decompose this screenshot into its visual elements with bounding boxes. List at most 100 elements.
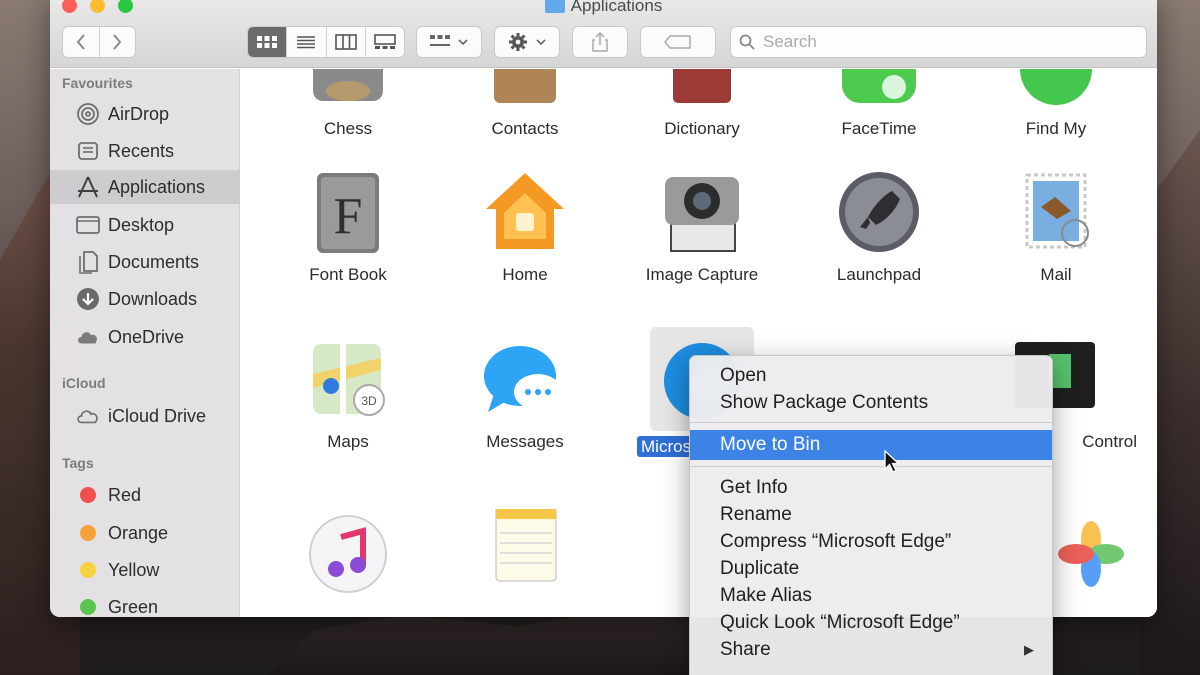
orange-tag-dot bbox=[80, 525, 96, 541]
app-maps[interactable]: 3D Maps bbox=[263, 334, 433, 452]
sidebar-tag-orange[interactable]: Orange bbox=[50, 516, 240, 550]
applications-folder-icon bbox=[544, 0, 565, 13]
desktop-icon bbox=[76, 213, 100, 237]
yellow-tag-dot bbox=[80, 562, 96, 578]
chess-icon bbox=[303, 69, 393, 111]
photos-flower-icon bbox=[1046, 509, 1136, 599]
app-facetime[interactable]: FaceTime bbox=[794, 69, 964, 139]
navigation-buttons bbox=[62, 26, 136, 58]
app-image-capture[interactable]: Image Capture bbox=[617, 167, 787, 285]
green-tag-dot bbox=[80, 599, 96, 615]
red-tag-dot bbox=[80, 487, 96, 503]
documents-icon bbox=[76, 250, 100, 274]
column-view-icon bbox=[334, 34, 357, 50]
share-icon bbox=[592, 32, 608, 52]
speech-bubble-icon bbox=[480, 334, 570, 424]
applications-icon bbox=[76, 175, 100, 199]
menu-item-make-alias[interactable]: Make Alias bbox=[690, 582, 1052, 609]
airdrop-icon bbox=[76, 102, 100, 126]
app-launchpad[interactable]: Launchpad bbox=[794, 167, 964, 285]
sidebar-tag-green[interactable]: Green bbox=[50, 590, 240, 617]
menu-item-duplicate[interactable]: Duplicate bbox=[690, 555, 1052, 582]
submenu-arrow-icon: ▶ bbox=[1024, 641, 1034, 657]
find-my-icon bbox=[1011, 69, 1101, 111]
sidebar-section-icloud: iCloud bbox=[62, 375, 106, 391]
sidebar-item-icloud-drive[interactable]: iCloud Drive bbox=[50, 399, 240, 433]
chevron-down-icon bbox=[458, 39, 468, 46]
app-music[interactable] bbox=[263, 509, 433, 599]
sidebar-item-recents[interactable]: Recents bbox=[50, 134, 240, 168]
search-input[interactable] bbox=[763, 32, 1123, 52]
app-notes[interactable] bbox=[440, 504, 610, 599]
rocket-icon bbox=[834, 167, 924, 257]
context-menu: Open Show Package Contents Move to Bin G… bbox=[689, 355, 1053, 675]
list-view-icon bbox=[297, 36, 316, 49]
share-button[interactable] bbox=[572, 26, 628, 58]
menu-item-share[interactable]: Share ▶ bbox=[690, 636, 1052, 663]
downloads-icon bbox=[76, 287, 100, 311]
menu-separator bbox=[690, 422, 1052, 423]
sidebar-item-downloads[interactable]: Downloads bbox=[50, 282, 240, 316]
app-messages[interactable]: Messages bbox=[440, 334, 610, 452]
app-find-my[interactable]: Find My bbox=[971, 69, 1141, 139]
menu-item-move-to-bin[interactable]: Move to Bin bbox=[690, 430, 1052, 460]
edit-tags-button[interactable] bbox=[640, 26, 716, 58]
tag-icon bbox=[664, 35, 691, 49]
notepad-icon bbox=[480, 504, 570, 599]
list-view-button[interactable] bbox=[286, 27, 325, 57]
sidebar-item-desktop[interactable]: Desktop bbox=[50, 208, 240, 242]
app-mail[interactable]: Mail bbox=[971, 167, 1141, 285]
menu-item-rename[interactable]: Rename bbox=[690, 501, 1052, 528]
svg-text:3D: 3D bbox=[361, 394, 377, 408]
app-home[interactable]: Home bbox=[440, 167, 610, 285]
title-bar: Applications bbox=[50, 0, 1157, 68]
view-mode-segmented-control bbox=[247, 26, 405, 58]
menu-item-show-package-contents[interactable]: Show Package Contents bbox=[690, 389, 1052, 416]
chevron-left-icon bbox=[76, 34, 85, 50]
icon-view-icon bbox=[257, 36, 278, 48]
menu-item-get-info[interactable]: Get Info bbox=[690, 474, 1052, 501]
cloud-icon bbox=[76, 404, 100, 428]
mouse-pointer-icon bbox=[884, 450, 900, 473]
column-view-button[interactable] bbox=[325, 27, 365, 57]
sidebar-section-favourites: Favourites bbox=[62, 75, 133, 91]
sidebar-item-airdrop[interactable]: AirDrop bbox=[50, 97, 240, 131]
search-field[interactable] bbox=[730, 26, 1147, 58]
sidebar-item-documents[interactable]: Documents bbox=[50, 245, 240, 279]
app-dictionary[interactable]: Dictionary bbox=[617, 69, 787, 139]
chevron-down-icon bbox=[536, 39, 546, 46]
action-menu-button[interactable] bbox=[494, 26, 560, 58]
app-contacts[interactable]: Contacts bbox=[440, 69, 610, 139]
camera-icon bbox=[657, 167, 747, 257]
recents-icon bbox=[76, 139, 100, 163]
menu-separator bbox=[690, 466, 1052, 467]
map-icon: 3D bbox=[303, 334, 393, 424]
mail-stamp-icon bbox=[1011, 167, 1101, 257]
gallery-view-button[interactable] bbox=[364, 27, 404, 57]
menu-item-open[interactable]: Open bbox=[690, 362, 1052, 389]
forward-button[interactable] bbox=[98, 27, 136, 57]
menu-item-quick-look[interactable]: Quick Look “Microsoft Edge” bbox=[690, 609, 1052, 636]
sidebar: Favourites AirDrop Recents Applications … bbox=[50, 69, 240, 617]
icon-view-button[interactable] bbox=[248, 27, 287, 57]
svg-text:F: F bbox=[334, 188, 363, 245]
facetime-icon bbox=[834, 69, 924, 111]
gallery-view-icon bbox=[374, 34, 396, 49]
app-chess[interactable]: Chess bbox=[263, 69, 433, 139]
sidebar-tag-yellow[interactable]: Yellow bbox=[50, 553, 240, 587]
contacts-icon bbox=[480, 69, 570, 111]
back-button[interactable] bbox=[63, 27, 99, 57]
sidebar-tag-red[interactable]: Red bbox=[50, 478, 240, 512]
chevron-right-icon bbox=[113, 34, 122, 50]
app-font-book[interactable]: F Font Book bbox=[263, 167, 433, 285]
menu-item-compress[interactable]: Compress “Microsoft Edge” bbox=[690, 528, 1052, 555]
group-grid-icon bbox=[430, 35, 450, 46]
dictionary-icon bbox=[657, 69, 747, 111]
sidebar-item-onedrive[interactable]: OneDrive bbox=[50, 320, 240, 354]
group-by-button[interactable] bbox=[416, 26, 482, 58]
sidebar-section-tags: Tags bbox=[62, 455, 94, 471]
sidebar-item-applications[interactable]: Applications bbox=[50, 170, 240, 204]
cloud-icon bbox=[76, 325, 100, 349]
font-book-icon: F bbox=[303, 167, 393, 257]
music-note-icon bbox=[303, 509, 393, 599]
